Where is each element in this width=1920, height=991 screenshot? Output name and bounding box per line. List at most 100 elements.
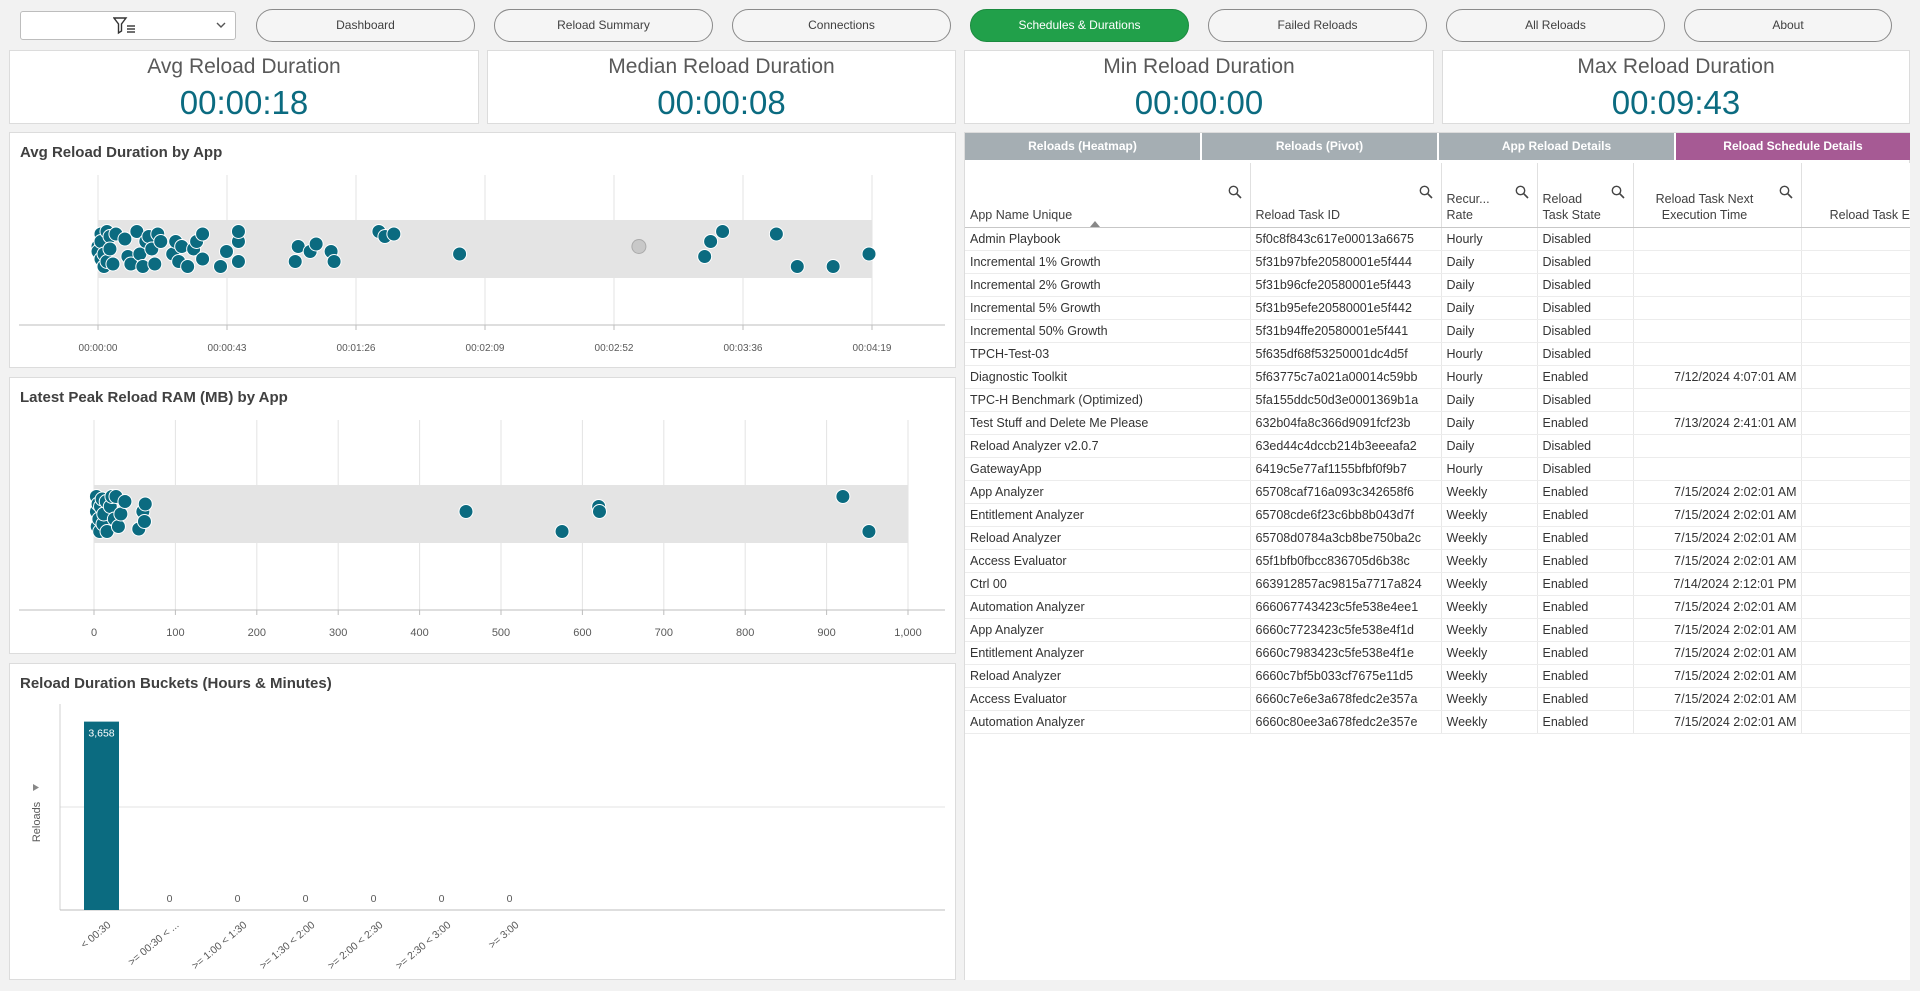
table-cell[interactable]: Diagnostic Toolkit [965,365,1251,389]
table-cell[interactable]: App Analyzer [965,618,1251,642]
table-cell[interactable]: 7/12/2024 [1801,411,1910,435]
table-cell[interactable]: Daily [1441,434,1538,458]
table-cell[interactable]: 2/21/2023 1 [1801,434,1910,458]
table-cell[interactable]: 7/12/2024 [1801,480,1910,504]
table-cell[interactable]: 5f0c8f843c617e00013a6675 [1250,227,1442,251]
nav-reload-summary-button[interactable]: Reload Summary [494,9,713,42]
table-cell[interactable]: Enabled [1537,710,1634,734]
table-cell[interactable]: Daily [1441,250,1538,274]
table-cell[interactable]: Incremental 2% Growth [965,273,1251,297]
table-cell[interactable]: Enabled [1537,503,1634,527]
table-cell[interactable]: 7/15/2024 2:02:01 AM [1633,710,1802,734]
col-header-recurrence-rate[interactable]: Recur... Rate [1441,163,1538,228]
table-row[interactable]: Diagnostic Toolkit 5f63775c7a021a00014c59… [965,365,1910,389]
table-row[interactable]: Access Evaluator 65f1bfb0fbcc836705d6b38c… [965,549,1910,573]
table-cell[interactable] [1633,434,1802,458]
table-cell[interactable]: Reload Analyzer v2.0.7 [965,434,1251,458]
table-cell[interactable]: Enabled [1537,572,1634,596]
table-cell[interactable]: Hourly [1441,365,1538,389]
table-cell[interactable]: Enabled [1537,480,1634,504]
table-cell[interactable]: Weekly [1441,618,1538,642]
table-cell[interactable]: 7/12/2024 [1801,595,1910,619]
table-cell[interactable]: Enabled [1537,549,1634,573]
table-cell[interactable]: Daily [1441,411,1538,435]
table-cell[interactable]: Weekly [1441,572,1538,596]
table-cell[interactable]: Weekly [1441,480,1538,504]
table-cell[interactable]: Hourly [1441,227,1538,251]
table-cell[interactable]: 65708cde6f23c6bb8b043d7f [1250,503,1442,527]
table-cell[interactable] [1633,273,1802,297]
table-cell[interactable]: 7/12/2024 4:07:01 AM [1633,365,1802,389]
table-cell[interactable]: Weekly [1441,641,1538,665]
table-row[interactable]: TPC-H Benchmark (Optimized) 5fa155ddc50d3… [965,388,1910,412]
table-cell[interactable]: Enabled [1537,526,1634,550]
duration-buckets-bar-chart[interactable]: Reloads 3,658 < 00:30 0 >= 00:30 < ... 0 >= 1:… [10,664,955,979]
table-cell[interactable]: Hourly [1441,457,1538,481]
table-cell[interactable]: 1/15/2024 [1801,250,1910,274]
table-cell[interactable]: 7/13/2024 2:41:01 AM [1633,411,1802,435]
search-icon[interactable] [1228,185,1242,199]
col-header-reload-task-state[interactable]: Reload Task State [1537,163,1634,228]
table-cell[interactable]: Disabled [1537,388,1634,412]
table-cell[interactable]: 7/12/2024 [1801,664,1910,688]
table-cell[interactable]: Disabled [1537,342,1634,366]
peak-ram-scatter-chart[interactable]: 0 100 200 300 400 500 600 700 800 900 1,000 [10,378,955,653]
search-icon[interactable] [1515,185,1529,199]
table-cell[interactable] [1633,342,1802,366]
table-cell[interactable]: 65708d0784a3cb8be750ba2c [1250,526,1442,550]
table-cell[interactable]: 7/12/2024 [1801,549,1910,573]
table-cell[interactable]: 6419c5e77af1155bfbf0f9b7 [1250,457,1442,481]
table-cell[interactable]: 7/15/2024 2:02:01 AM [1633,549,1802,573]
table-cell[interactable]: 7/12/2024 [1801,687,1910,711]
table-row[interactable]: Ctrl 00 663912857ac9815a7717a824 Weekly Ena… [965,572,1910,596]
table-cell[interactable]: 666067743423c5fe538e4ee1 [1250,595,1442,619]
selections-filter-box[interactable] [20,11,236,40]
table-cell[interactable] [1633,250,1802,274]
col-header-app-name[interactable]: App Name Unique [965,163,1251,228]
table-cell[interactable]: 11/26/2023 [1801,273,1910,297]
table-cell[interactable]: Daily [1441,388,1538,412]
table-cell[interactable]: Enabled [1537,595,1634,619]
table-cell[interactable]: Enabled [1537,664,1634,688]
table-cell[interactable]: 5f31b95efe20580001e5f442 [1250,296,1442,320]
table-cell[interactable] [1633,388,1802,412]
table-cell[interactable]: 5f31b97bfe20580001e5f444 [1250,250,1442,274]
table-row[interactable]: App Analyzer 6660c7723423c5fe538e4f1d Week… [965,618,1910,642]
table-row[interactable]: App Analyzer 65708caf716a093c342658f6 Week… [965,480,1910,504]
search-icon[interactable] [1419,185,1433,199]
table-cell[interactable]: Enabled [1537,411,1634,435]
col-header-next-execution-time[interactable]: Reload Task Next Execution Time [1633,163,1802,228]
table-cell[interactable]: Enabled [1537,687,1634,711]
table-cell[interactable]: 7/12/2024 [1801,526,1910,550]
table-row[interactable]: TPCH-Test-03 5f635df68f53250001dc4d5f Hour… [965,342,1910,366]
table-cell[interactable]: 10/30/2023 [1801,296,1910,320]
table-cell[interactable]: 7/14/2024 2:12:01 PM [1633,572,1802,596]
table-cell[interactable]: 10/15/2023 [1801,319,1910,343]
table-cell[interactable]: Automation Analyzer [965,710,1251,734]
table-row[interactable]: Automation Analyzer 666067743423c5fe538e4… [965,595,1910,619]
table-cell[interactable]: 6660c7e6e3a678fedc2e357a [1250,687,1442,711]
reload-schedule-table-container[interactable]: App Name Unique Reload Task ID Recur... … [965,163,1910,980]
table-cell[interactable]: 7/12/2024 [1801,503,1910,527]
nav-about-button[interactable]: About [1684,9,1892,42]
table-cell[interactable]: 7/12/2024 [1801,641,1910,665]
tab-reloads-pivot[interactable]: Reloads (Pivot) [1202,133,1437,160]
table-cell[interactable]: Daily [1441,296,1538,320]
table-row[interactable]: Entitlement Analyzer 6660c7983423c5fe538e… [965,641,1910,665]
table-cell[interactable]: 7/12/2024 [1801,618,1910,642]
table-cell[interactable]: Hourly [1441,342,1538,366]
table-cell[interactable]: Test Stuff and Delete Me Please [965,411,1251,435]
table-row[interactable]: Reload Analyzer 6660c7bf5b033cf7675e11d5 W… [965,664,1910,688]
table-cell[interactable] [1633,296,1802,320]
table-cell[interactable]: Enabled [1537,618,1634,642]
table-cell[interactable]: Incremental 1% Growth [965,250,1251,274]
table-cell[interactable]: Disabled [1537,434,1634,458]
table-cell[interactable]: TPCH-Test-03 [965,342,1251,366]
table-cell[interactable]: Incremental 50% Growth [965,319,1251,343]
table-cell[interactable]: Disabled [1537,273,1634,297]
table-row[interactable]: Incremental 1% Growth 5f31b97bfe20580001e… [965,250,1910,274]
table-cell[interactable]: 6660c7bf5b033cf7675e11d5 [1250,664,1442,688]
nav-failed-reloads-button[interactable]: Failed Reloads [1208,9,1427,42]
table-row[interactable]: Incremental 5% Growth 5f31b95efe20580001e… [965,296,1910,320]
table-cell[interactable]: Disabled [1537,250,1634,274]
